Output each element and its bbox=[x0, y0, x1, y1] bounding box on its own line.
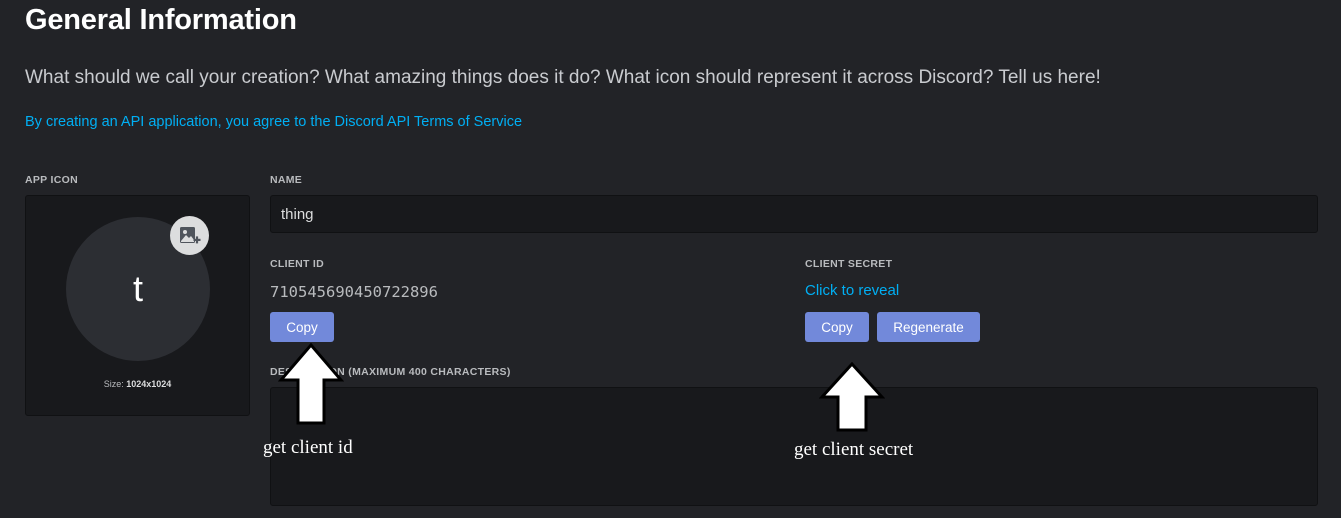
client-id-value: 710545690450722896 bbox=[270, 283, 438, 301]
client-secret-label: CLIENT SECRET bbox=[805, 258, 893, 270]
client-id-label: CLIENT ID bbox=[270, 258, 325, 270]
client-secret-annotation: get client secret bbox=[794, 439, 914, 460]
up-arrow-icon bbox=[819, 362, 885, 432]
icon-size-value: 1024x1024 bbox=[126, 379, 172, 389]
name-input[interactable] bbox=[270, 195, 1318, 233]
app-icon-letter: t bbox=[132, 268, 143, 309]
image-add-icon[interactable] bbox=[170, 216, 209, 255]
terms-of-service-link[interactable]: By creating an API application, you agre… bbox=[25, 114, 522, 130]
up-arrow-icon bbox=[278, 343, 344, 425]
client-id-annotation: get client id bbox=[263, 437, 353, 458]
app-icon-uploader[interactable]: t Size: 1024x1024 bbox=[25, 195, 250, 416]
icon-size-note: Size: 1024x1024 bbox=[26, 379, 249, 389]
copy-client-id-button[interactable]: Copy bbox=[270, 312, 334, 342]
copy-client-secret-button[interactable]: Copy bbox=[805, 312, 869, 342]
page-title: General Information bbox=[25, 4, 297, 36]
icon-size-label: Size: bbox=[103, 379, 124, 389]
regenerate-secret-button[interactable]: Regenerate bbox=[877, 312, 980, 342]
name-label: NAME bbox=[270, 174, 303, 186]
app-icon-label: APP ICON bbox=[25, 174, 78, 186]
page-subtitle: What should we call your creation? What … bbox=[25, 67, 1101, 88]
reveal-secret-link[interactable]: Click to reveal bbox=[805, 282, 899, 299]
